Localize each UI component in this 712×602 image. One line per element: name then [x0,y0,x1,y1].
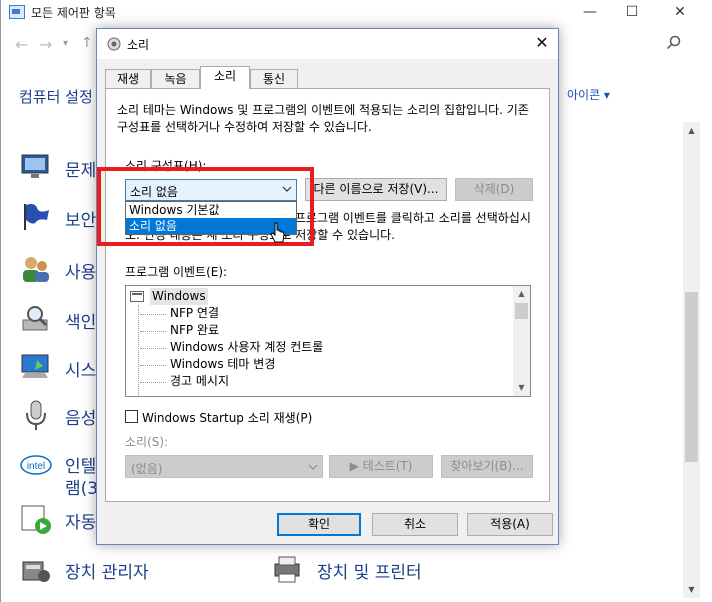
tab-recording[interactable]: 녹음 [151,69,200,88]
microphone-icon [26,400,46,430]
forward-arrow-icon[interactable]: → [39,35,52,54]
scroll-up-icon[interactable]: ▲ [683,122,700,139]
monitor-icon [21,154,49,178]
search-icon[interactable] [666,35,682,51]
cp-item-label: 장치 관리자 [65,563,149,583]
page-header: 컴퓨터 설정 [19,88,93,106]
cp-item-label: 시스 [65,361,97,381]
event-item[interactable]: Windows 사용자 계정 컨트롤 [170,339,323,356]
scroll-up-icon[interactable]: ▲ [513,286,530,302]
mouse-pointer-icon [270,222,285,243]
dialog-titlebar: 소리 ✕ [97,29,558,59]
event-item[interactable]: NFP 연결 [170,305,219,322]
magnifier-icon [22,306,48,331]
event-item[interactable]: Windows 테마 변경 [170,356,275,373]
scroll-thumb[interactable] [685,292,698,462]
device-manager-icon [22,561,50,582]
computer-icon [21,354,49,378]
svg-text:intel: intel [27,461,45,472]
control-panel-title: 모든 제어판 항목 [31,6,116,20]
users-icon [23,257,49,282]
scheme-select[interactable]: 소리 없음 [125,179,297,201]
tab-sounds[interactable]: 소리 [200,66,250,89]
tab-communications[interactable]: 통신 [250,69,298,88]
tree-line [138,305,139,395]
events-scrollbar[interactable]: ▲ ▼ [513,286,530,396]
control-panel-icon [9,5,25,19]
cp-item-label: 보안 [65,211,97,231]
delete-button[interactable]: 삭제(D) [455,178,533,201]
ok-button[interactable]: 확인 [277,513,361,536]
window-icon [130,291,144,302]
sound-dialog: 소리 ✕ 재생 녹음 소리 통신 소리 테마는 Windows 및 프로그램의 … [96,28,559,545]
scroll-down-icon[interactable]: ▼ [513,380,530,396]
view-by-link[interactable]: 아이콘 ▾ [567,86,610,103]
apply-button[interactable]: 적용(A) [467,513,553,536]
flag-icon [24,204,49,230]
cp-item-label: 색인 [65,313,97,333]
tree-line [140,365,166,366]
cp-item-label: 자동 [65,513,97,533]
tree-line [140,314,166,315]
startup-sound-label: Windows Startup 소리 재생(P) [142,411,313,425]
scheme-select-value: 소리 없음 [130,185,178,199]
control-panel-scrollbar[interactable]: ▲ ▼ [683,122,700,598]
cp-item-device-manager[interactable]: 장치 관리자 [19,552,219,588]
tab-playback[interactable]: 재생 [105,69,151,88]
chevron-down-icon [308,464,318,470]
event-item[interactable]: NFP 완료 [170,322,219,339]
cp-item-devices-printers[interactable]: 장치 및 프린터 [271,552,471,588]
cp-item-label: 사용 [65,263,97,283]
events-label: 프로그램 이벤트(E): [125,265,228,279]
dialog-close-button[interactable]: ✕ [531,32,553,54]
startup-sound-option[interactable]: Windows Startup 소리 재생(P) [125,408,425,425]
back-arrow-icon[interactable]: ← [15,35,28,54]
scheme-description: 소리 테마는 Windows 및 프로그램의 이벤트에 적용되는 소리의 집합입… [117,103,529,134]
intel-logo-icon: intel [20,455,52,475]
tree-line [140,331,166,332]
event-root-label: Windows [150,288,208,305]
control-panel-titlebar: 모든 제어판 항목 — ☐ ✕ [1,0,712,24]
cp-item-label: 음성 [65,409,97,429]
sound-label: 소리(S): [125,435,169,449]
autoplay-icon [21,505,51,534]
browse-button[interactable]: 찾아보기(B)... [441,455,533,478]
tab-strip: 재생 녹음 소리 통신 [105,66,555,89]
tree-line [140,382,166,383]
save-as-button[interactable]: 다른 이름으로 저장(V)... [305,178,447,201]
scheme-label: 소리 구성표(H): [125,159,207,173]
event-root-windows[interactable]: Windows [130,288,330,305]
printer-icon [274,556,300,583]
minimize-button[interactable]: — [567,0,613,24]
tree-line [140,348,166,349]
cancel-button[interactable]: 취소 [372,513,458,536]
recent-dropdown-icon[interactable]: ▾ [63,38,68,49]
startup-sound-checkbox[interactable] [125,410,138,423]
maximize-button[interactable]: ☐ [609,0,655,24]
test-button[interactable]: ▶ 테스트(T) [329,455,433,478]
cp-item-label: 문제 [65,161,97,181]
up-arrow-icon[interactable]: ↑ [81,35,93,51]
sound-select-value: (없음) [131,462,163,476]
scroll-thumb[interactable] [515,303,528,319]
scroll-down-icon[interactable]: ▼ [683,581,700,598]
event-item[interactable]: 경고 메시지 [170,373,229,390]
program-events-list[interactable]: Windows NFP 연결 NFP 완료 Windows 사용자 계정 컨트롤… [125,285,531,397]
dialog-title: 소리 [127,38,150,52]
speaker-icon [107,37,121,51]
cp-item-label: 장치 및 프린터 [317,563,422,583]
close-button[interactable]: ✕ [657,0,703,24]
scheme-option-windows-default[interactable]: Windows 기본값 [126,202,296,218]
chevron-down-icon [282,186,292,192]
sound-select[interactable]: (없음) [125,455,323,478]
